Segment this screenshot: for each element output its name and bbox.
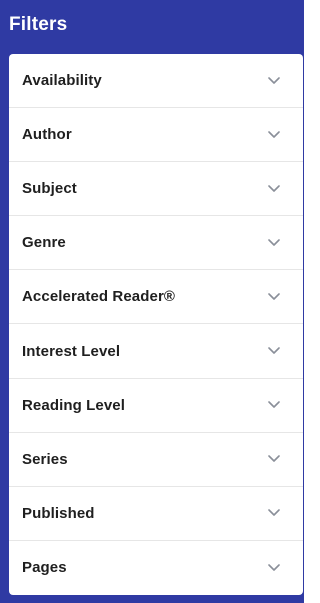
filter-interest-level[interactable]: Interest Level bbox=[9, 324, 303, 379]
chevron-down-icon bbox=[267, 184, 281, 194]
chevron-down-icon bbox=[267, 563, 281, 573]
filter-genre[interactable]: Genre bbox=[9, 216, 303, 271]
filter-label: Availability bbox=[22, 72, 102, 90]
filter-label: Subject bbox=[22, 180, 77, 198]
chevron-down-icon bbox=[267, 238, 281, 248]
filter-availability[interactable]: Availability bbox=[9, 54, 303, 109]
filter-label: Interest Level bbox=[22, 342, 121, 360]
filters-list: Availability Author Subject Genre Accele bbox=[9, 54, 303, 595]
filter-reading-level[interactable]: Reading Level bbox=[9, 379, 303, 433]
chevron-down-icon bbox=[267, 76, 281, 86]
filter-accelerated-reader[interactable]: Accelerated Reader® bbox=[9, 270, 303, 325]
filter-subject[interactable]: Subject bbox=[9, 162, 303, 217]
filter-label: Pages bbox=[22, 559, 67, 577]
filter-label: Series bbox=[22, 450, 68, 468]
filter-pages[interactable]: Pages bbox=[9, 541, 303, 595]
chevron-down-icon bbox=[267, 292, 281, 302]
chevron-down-icon bbox=[267, 346, 281, 356]
filter-author[interactable]: Author bbox=[9, 108, 303, 163]
chevron-down-icon bbox=[267, 130, 281, 140]
filter-label: Genre bbox=[22, 234, 66, 252]
chevron-down-icon bbox=[267, 454, 281, 464]
chevron-down-icon bbox=[267, 400, 281, 410]
filter-series[interactable]: Series bbox=[9, 433, 303, 487]
chevron-down-icon bbox=[267, 508, 281, 518]
filters-panel: Filters Availability Author Subject Genr… bbox=[0, 0, 304, 603]
panel-title: Filters bbox=[9, 14, 68, 35]
filter-label: Author bbox=[22, 126, 72, 144]
filter-label: Accelerated Reader® bbox=[22, 288, 176, 306]
filter-label: Reading Level bbox=[22, 396, 125, 414]
filter-label: Published bbox=[22, 504, 95, 522]
filter-published[interactable]: Published bbox=[9, 487, 303, 541]
